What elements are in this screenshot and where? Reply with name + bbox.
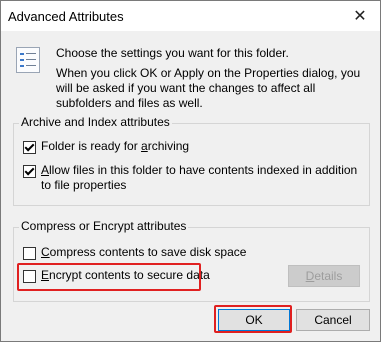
dialog-title: Advanced Attributes bbox=[8, 9, 124, 24]
indexing-label[interactable]: Allow files in this folder to have conte… bbox=[41, 163, 361, 193]
indexing-checkbox[interactable] bbox=[23, 165, 36, 178]
archive-group-title: Archive and Index attributes bbox=[19, 115, 172, 129]
intro-heading: Choose the settings you want for this fo… bbox=[56, 46, 289, 60]
ok-highlight-box bbox=[214, 305, 292, 333]
cancel-label: Cancel bbox=[314, 313, 352, 327]
advanced-attributes-dialog: Advanced Attributes ✕ Choose the setting… bbox=[0, 0, 381, 342]
archiving-checkbox[interactable] bbox=[23, 141, 36, 154]
close-button[interactable]: ✕ bbox=[340, 1, 380, 31]
intro-description: When you click OK or Apply on the Proper… bbox=[56, 66, 361, 110]
cancel-button[interactable]: Cancel bbox=[296, 309, 370, 331]
details-label: Details bbox=[305, 269, 343, 283]
details-button[interactable]: Details bbox=[288, 265, 360, 287]
title-bar: Advanced Attributes ✕ bbox=[1, 1, 380, 31]
encrypt-group-title: Compress or Encrypt attributes bbox=[19, 219, 189, 233]
archive-index-group: Archive and Index attributes Folder is r… bbox=[13, 115, 370, 206]
compress-checkbox[interactable] bbox=[23, 247, 36, 260]
encrypt-highlight-box bbox=[17, 263, 201, 291]
archiving-label[interactable]: Folder is ready for archiving bbox=[41, 139, 361, 154]
settings-list-icon bbox=[16, 47, 40, 73]
compress-label[interactable]: Compress contents to save disk space bbox=[41, 245, 341, 260]
close-icon: ✕ bbox=[353, 8, 367, 25]
